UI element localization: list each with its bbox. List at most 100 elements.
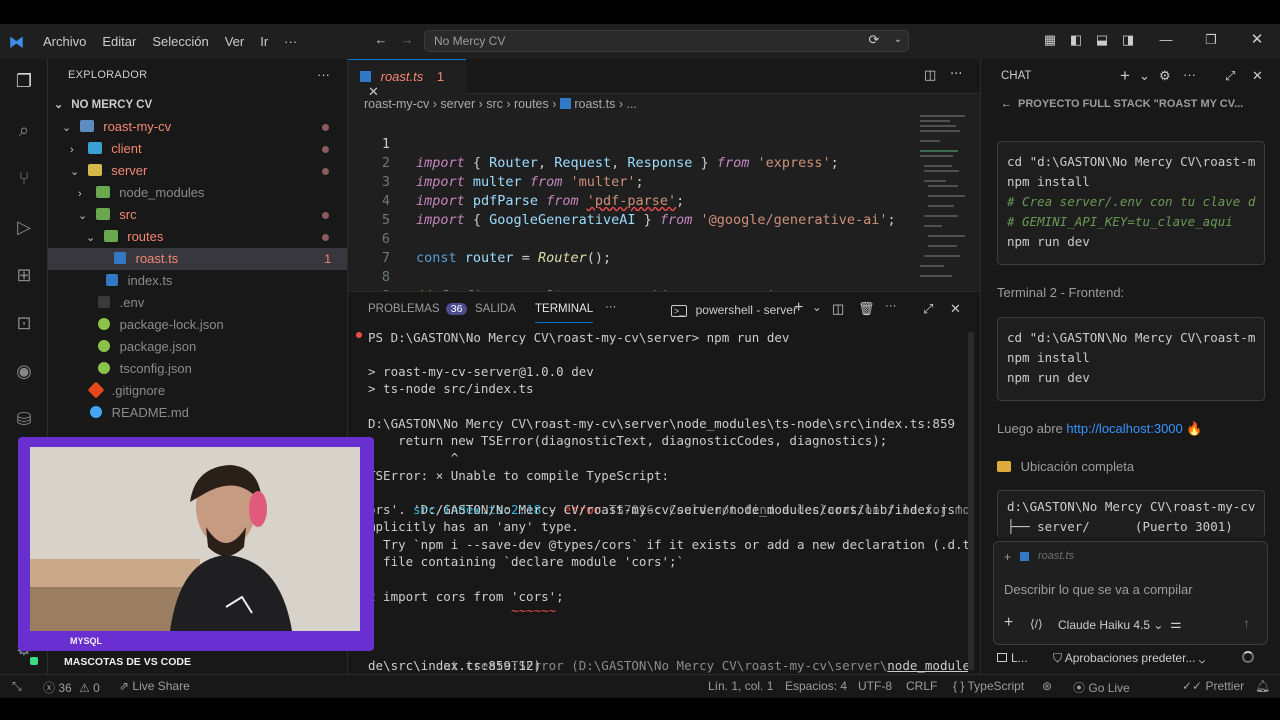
tree-item-package-lock[interactable]: package-lock.json bbox=[48, 314, 347, 336]
menu-more[interactable]: ··· bbox=[276, 34, 305, 49]
chat-input-placeholder[interactable]: Describir lo que se va a compilar bbox=[1004, 582, 1193, 597]
toggle-secondary-sidebar-icon[interactable]: ◨ bbox=[1120, 32, 1136, 48]
tree-item-roast-ts[interactable]: roast.ts 1 bbox=[48, 248, 347, 270]
breadcrumb-item[interactable]: routes bbox=[514, 97, 549, 111]
code-block[interactable]: d:\GASTON\No Mercy CV\roast-my-cv ├── se… bbox=[997, 490, 1265, 538]
more-actions-icon[interactable]: ··· bbox=[1183, 67, 1196, 82]
tree-item-package-json[interactable]: package.json bbox=[48, 336, 347, 358]
menu-seleccion[interactable]: Selección bbox=[144, 34, 216, 49]
tree-item-node-modules[interactable]: › node_modules bbox=[48, 182, 347, 204]
chat-input-box[interactable]: + roast.ts Describir lo que se va a comp… bbox=[993, 541, 1268, 645]
terminal-instance[interactable]: >_ powershell - server bbox=[671, 303, 797, 317]
close-panel-icon[interactable]: ✕ bbox=[950, 301, 961, 317]
notifications-bell-icon[interactable]: 🔔︎ bbox=[1255, 679, 1270, 693]
menu-editar[interactable]: Editar bbox=[94, 34, 144, 49]
add-icon[interactable]: + bbox=[1004, 614, 1013, 632]
code-line[interactable]: 4 import { GoogleGenerativeAI } from '@g… bbox=[348, 173, 908, 228]
prettier-status[interactable]: ✓✓ Prettier bbox=[1182, 679, 1244, 693]
cursor-position[interactable]: Lín. 1, col. 1 bbox=[708, 679, 773, 693]
tree-item-tsconfig[interactable]: tsconfig.json bbox=[48, 358, 347, 380]
tab-terminal[interactable]: TERMINAL bbox=[535, 303, 594, 323]
mode-picker[interactable]: L... bbox=[997, 651, 1028, 665]
maximize-panel-icon[interactable]: ⤢ bbox=[923, 301, 933, 317]
close-window-icon[interactable]: ✕ bbox=[1249, 32, 1265, 48]
code-line[interactable]: 8 // Configurar multer para archivos en … bbox=[348, 249, 908, 304]
new-chat-icon[interactable]: + bbox=[1120, 66, 1130, 86]
extensions-icon[interactable]: ⊞ bbox=[12, 263, 36, 287]
tab-problems[interactable]: PROBLEMAS 36 bbox=[368, 303, 468, 315]
split-editor-icon[interactable]: ◫ bbox=[924, 68, 936, 83]
breadcrumb-item[interactable]: src bbox=[486, 97, 503, 111]
model-picker[interactable]: Claude Haiku 4.5 ⌄ bbox=[1058, 618, 1163, 632]
menu-archivo[interactable]: Archivo bbox=[35, 34, 94, 49]
split-terminal-icon[interactable]: ◫ bbox=[832, 301, 844, 317]
toggle-panel-icon[interactable]: ⬓ bbox=[1094, 32, 1110, 48]
localhost-link[interactable]: http://localhost:3000 bbox=[1066, 421, 1182, 436]
chevron-down-icon[interactable]: ⌄ bbox=[812, 300, 822, 314]
language-status[interactable]: { } TypeScript bbox=[953, 679, 1024, 693]
maximize-icon[interactable]: ⤢ bbox=[1225, 68, 1235, 84]
terminal-scrollbar[interactable] bbox=[968, 332, 974, 670]
back-arrow-icon[interactable]: ← bbox=[373, 32, 389, 48]
tree-item-roast-my-cv[interactable]: ⌄ roast-my-cv bbox=[48, 116, 347, 138]
terminal-output[interactable]: PS D:\GASTON\No Mercy CV\roast-my-cv\ser… bbox=[348, 328, 968, 675]
breadcrumb-item[interactable]: roast.ts bbox=[574, 97, 615, 111]
indentation-status[interactable]: Espacios: 4 bbox=[785, 679, 847, 693]
back-arrow-icon[interactable]: ← bbox=[1001, 98, 1012, 110]
approvals-picker[interactable]: ⛉ Aprobaciones predeter... ⌄ bbox=[1053, 651, 1205, 666]
close-icon[interactable]: ✕ bbox=[1252, 68, 1263, 84]
attachment-chip[interactable]: roast.ts bbox=[1038, 550, 1074, 562]
code-line[interactable]: 6 const router = Router(); bbox=[348, 211, 908, 266]
code-line[interactable]: 7 bbox=[348, 230, 908, 266]
minimap[interactable] bbox=[920, 115, 965, 291]
breadcrumb-item[interactable]: server bbox=[440, 97, 475, 111]
menu-ver[interactable]: Ver bbox=[217, 34, 253, 49]
gitlens-icon[interactable]: ◉ bbox=[12, 359, 36, 383]
tools-icon[interactable]: ⟨/⟩ bbox=[1030, 617, 1043, 631]
more-actions-icon[interactable]: ··· bbox=[950, 67, 962, 82]
code-block[interactable]: cd "d:\GASTON\No Mercy CV\roast-m npm in… bbox=[997, 141, 1265, 265]
code-line[interactable]: 3 import pdfParse from 'pdf-parse'; bbox=[348, 154, 908, 209]
tree-item-gitignore[interactable]: .gitignore bbox=[48, 380, 347, 402]
tab-roast-ts[interactable]: roast.ts 1 ✕ bbox=[348, 59, 466, 99]
copilot-icon[interactable]: ⟳ bbox=[866, 32, 882, 48]
breadcrumb-item[interactable]: ... bbox=[626, 97, 636, 111]
settings-sliders-icon[interactable]: ⚌ bbox=[1170, 616, 1182, 632]
tab-output[interactable]: SALIDA bbox=[475, 303, 516, 315]
run-debug-icon[interactable]: ▷ bbox=[12, 215, 36, 239]
breadcrumb-item[interactable]: roast-my-cv bbox=[364, 97, 429, 111]
chevron-down-icon[interactable]: ⌄ bbox=[1139, 68, 1150, 84]
maximize-icon[interactable]: ❐ bbox=[1203, 32, 1219, 48]
code-line[interactable]: 2 import multer from 'multer'; bbox=[348, 135, 908, 190]
more-actions-icon[interactable]: ··· bbox=[605, 301, 617, 313]
code-line[interactable]: 5 bbox=[348, 192, 908, 228]
trash-icon[interactable]: 🗑 bbox=[858, 301, 875, 317]
tree-item-server[interactable]: ⌄ server bbox=[48, 160, 347, 182]
go-live-status[interactable]: ⦿ Go Live bbox=[1073, 679, 1130, 696]
tree-item-routes[interactable]: ⌄ routes bbox=[48, 226, 347, 248]
tree-item-src[interactable]: ⌄ src bbox=[48, 204, 347, 226]
database-icon[interactable]: ⛁ bbox=[12, 407, 36, 431]
menu-ir[interactable]: Ir bbox=[252, 34, 276, 49]
explorer-icon[interactable]: ❐ bbox=[12, 69, 36, 93]
code-line[interactable]: 1 import { Router, Request, Response } f… bbox=[348, 116, 908, 171]
customize-layout-icon[interactable]: ▦ bbox=[1042, 32, 1058, 48]
source-control-icon[interactable]: ⑂ bbox=[12, 166, 36, 190]
remote-explorer-icon[interactable]: ⊡ bbox=[12, 311, 36, 335]
more-actions-icon[interactable]: ··· bbox=[885, 300, 897, 312]
search-icon[interactable]: ⌕ bbox=[12, 118, 36, 142]
gear-icon[interactable]: ⚙ bbox=[1159, 68, 1171, 84]
tree-item-env[interactable]: .env bbox=[48, 292, 347, 314]
code-line[interactable]: 9 const storage = multer.memoryStorage()… bbox=[348, 268, 908, 323]
chat-session-header[interactable]: ← PROYECTO FULL STACK "ROAST MY CV... bbox=[1001, 98, 1265, 110]
chevron-down-icon[interactable]: ⌄ bbox=[890, 32, 906, 48]
tree-item-index-ts[interactable]: index.ts bbox=[48, 270, 347, 292]
encoding-status[interactable]: UTF-8 bbox=[858, 679, 892, 693]
forward-arrow-icon[interactable]: → bbox=[399, 32, 415, 48]
more-actions-icon[interactable]: ··· bbox=[317, 67, 330, 82]
remote-indicator-icon[interactable]: ⤡ bbox=[12, 679, 22, 694]
eol-status[interactable]: CRLF bbox=[906, 679, 937, 693]
code-block[interactable]: cd "d:\GASTON\No Mercy CV\roast-m npm in… bbox=[997, 317, 1265, 401]
send-arrow-icon[interactable]: ↑ bbox=[1243, 615, 1250, 631]
tree-root[interactable]: ⌄ NO MERCY CV bbox=[48, 94, 347, 116]
